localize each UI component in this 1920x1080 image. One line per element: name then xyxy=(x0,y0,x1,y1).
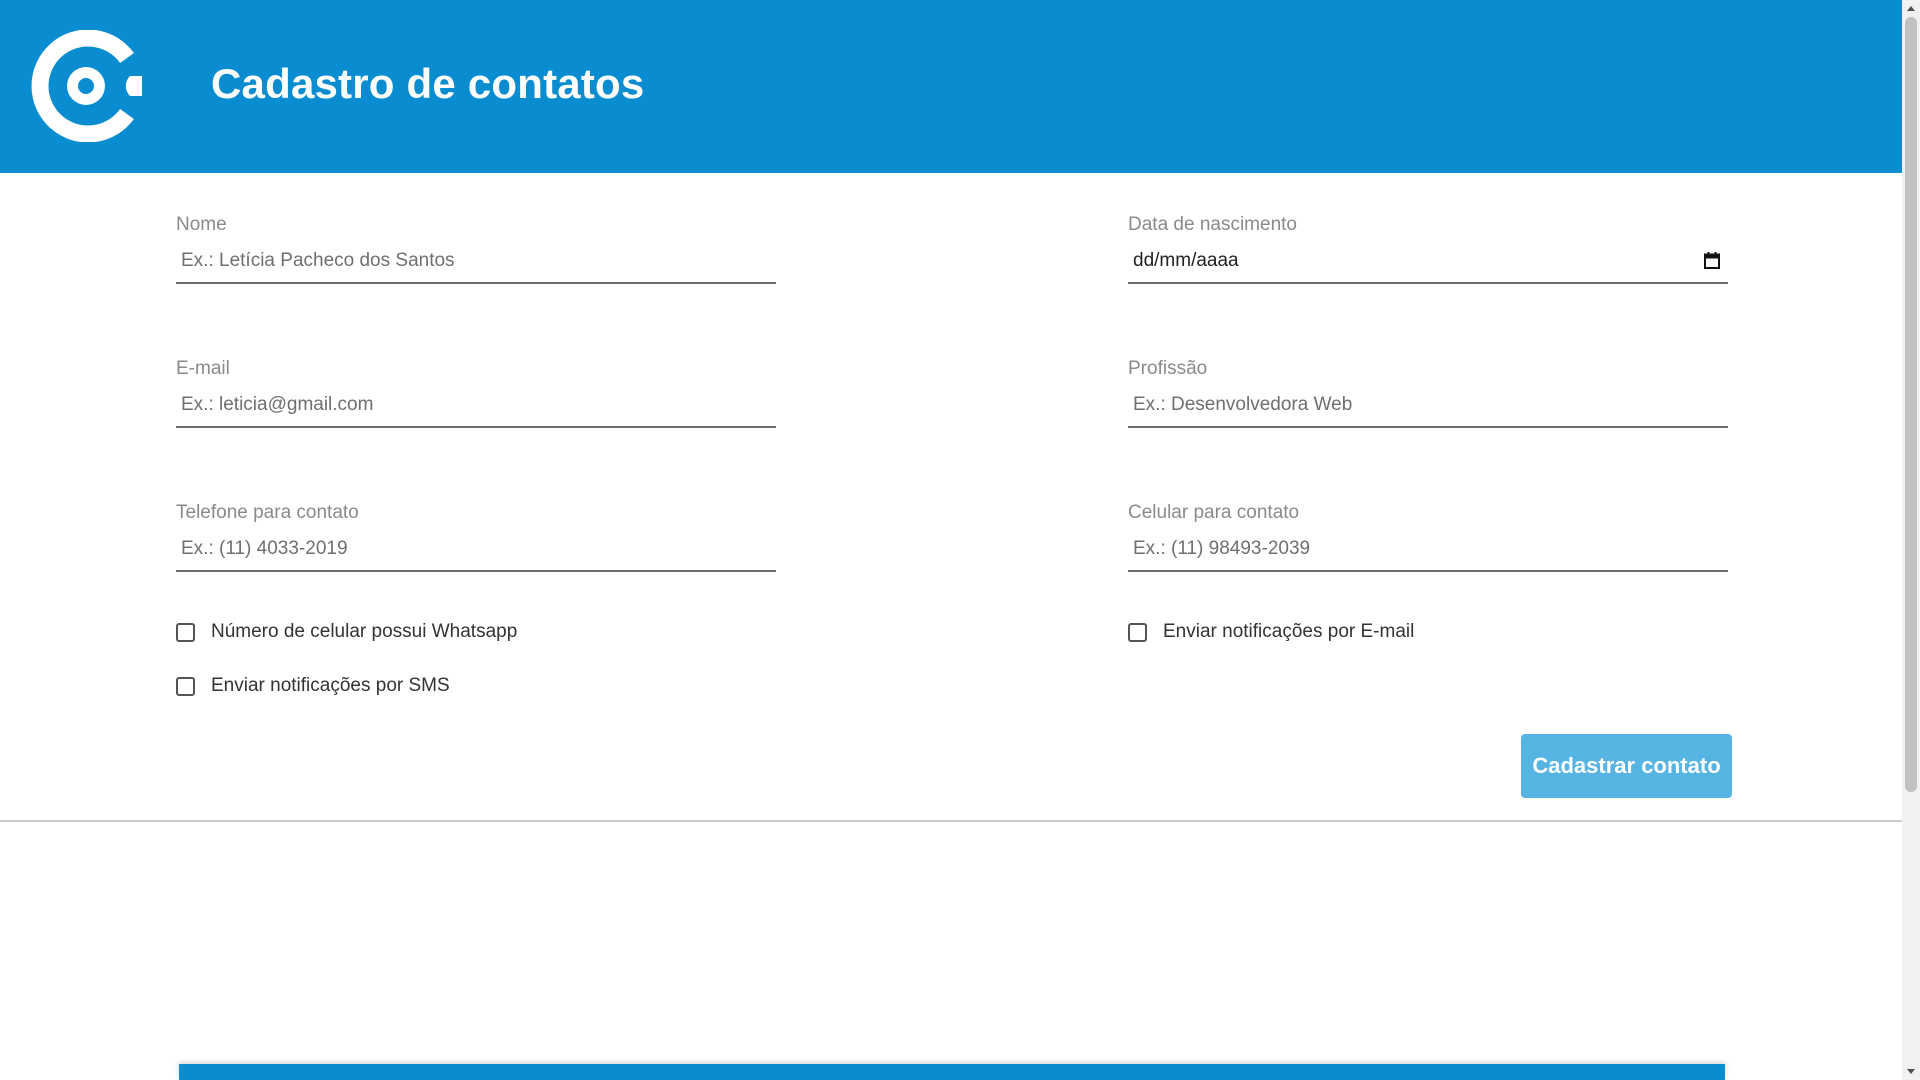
scroll-down-icon[interactable] xyxy=(1902,1063,1920,1080)
name-input[interactable] xyxy=(176,244,776,284)
profession-label: Profissão xyxy=(1128,358,1208,379)
birthdate-field: Data de nascimento dd/mm/aaaa xyxy=(1128,212,1728,284)
birthdate-label: Data de nascimento xyxy=(1128,214,1297,235)
phone-input[interactable] xyxy=(176,532,776,572)
sms-checkbox-label: Enviar notificações por SMS xyxy=(211,675,450,696)
calendar-icon[interactable] xyxy=(1704,252,1720,269)
section-divider xyxy=(0,820,1902,822)
sms-checkbox[interactable] xyxy=(176,676,195,696)
email-notify-checkbox[interactable] xyxy=(1128,622,1147,642)
sms-option[interactable]: Enviar notificações por SMS xyxy=(176,673,450,699)
birthdate-value: dd/mm/aaaa xyxy=(1133,250,1239,271)
mobile-input[interactable] xyxy=(1128,532,1728,572)
mobile-field: Celular para contato xyxy=(1128,500,1728,572)
scrollbar-thumb[interactable] xyxy=(1905,17,1917,792)
birthdate-input[interactable]: dd/mm/aaaa xyxy=(1128,244,1728,284)
email-notify-option[interactable]: Enviar notificações por E-mail xyxy=(1128,619,1414,645)
vertical-scrollbar[interactable] xyxy=(1902,0,1920,1080)
scroll-up-icon[interactable] xyxy=(1902,0,1920,17)
name-label: Nome xyxy=(176,214,227,235)
whatsapp-option[interactable]: Número de celular possui Whatsapp xyxy=(176,619,517,645)
email-input[interactable] xyxy=(176,388,776,428)
phone-label: Telefone para contato xyxy=(176,502,359,523)
email-field: E-mail xyxy=(176,356,776,428)
email-label: E-mail xyxy=(176,358,230,379)
whatsapp-checkbox[interactable] xyxy=(176,622,195,642)
mobile-label: Celular para contato xyxy=(1128,502,1300,523)
phone-field: Telefone para contato xyxy=(176,500,776,572)
profession-input[interactable] xyxy=(1128,388,1728,428)
email-notify-checkbox-label: Enviar notificações por E-mail xyxy=(1163,621,1415,642)
name-field: Nome xyxy=(176,212,776,284)
contact-list-header xyxy=(179,1064,1725,1080)
whatsapp-checkbox-label: Número de celular possui Whatsapp xyxy=(211,621,518,642)
profession-field: Profissão xyxy=(1128,356,1728,428)
logo-icon xyxy=(31,30,142,142)
submit-button[interactable]: Cadastrar contato xyxy=(1521,734,1732,798)
page-viewport: Cadastro de contatos Nome E-mail Telefon… xyxy=(0,0,1902,1080)
header-bar: Cadastro de contatos xyxy=(0,0,1902,173)
page-title: Cadastro de contatos xyxy=(211,60,645,107)
